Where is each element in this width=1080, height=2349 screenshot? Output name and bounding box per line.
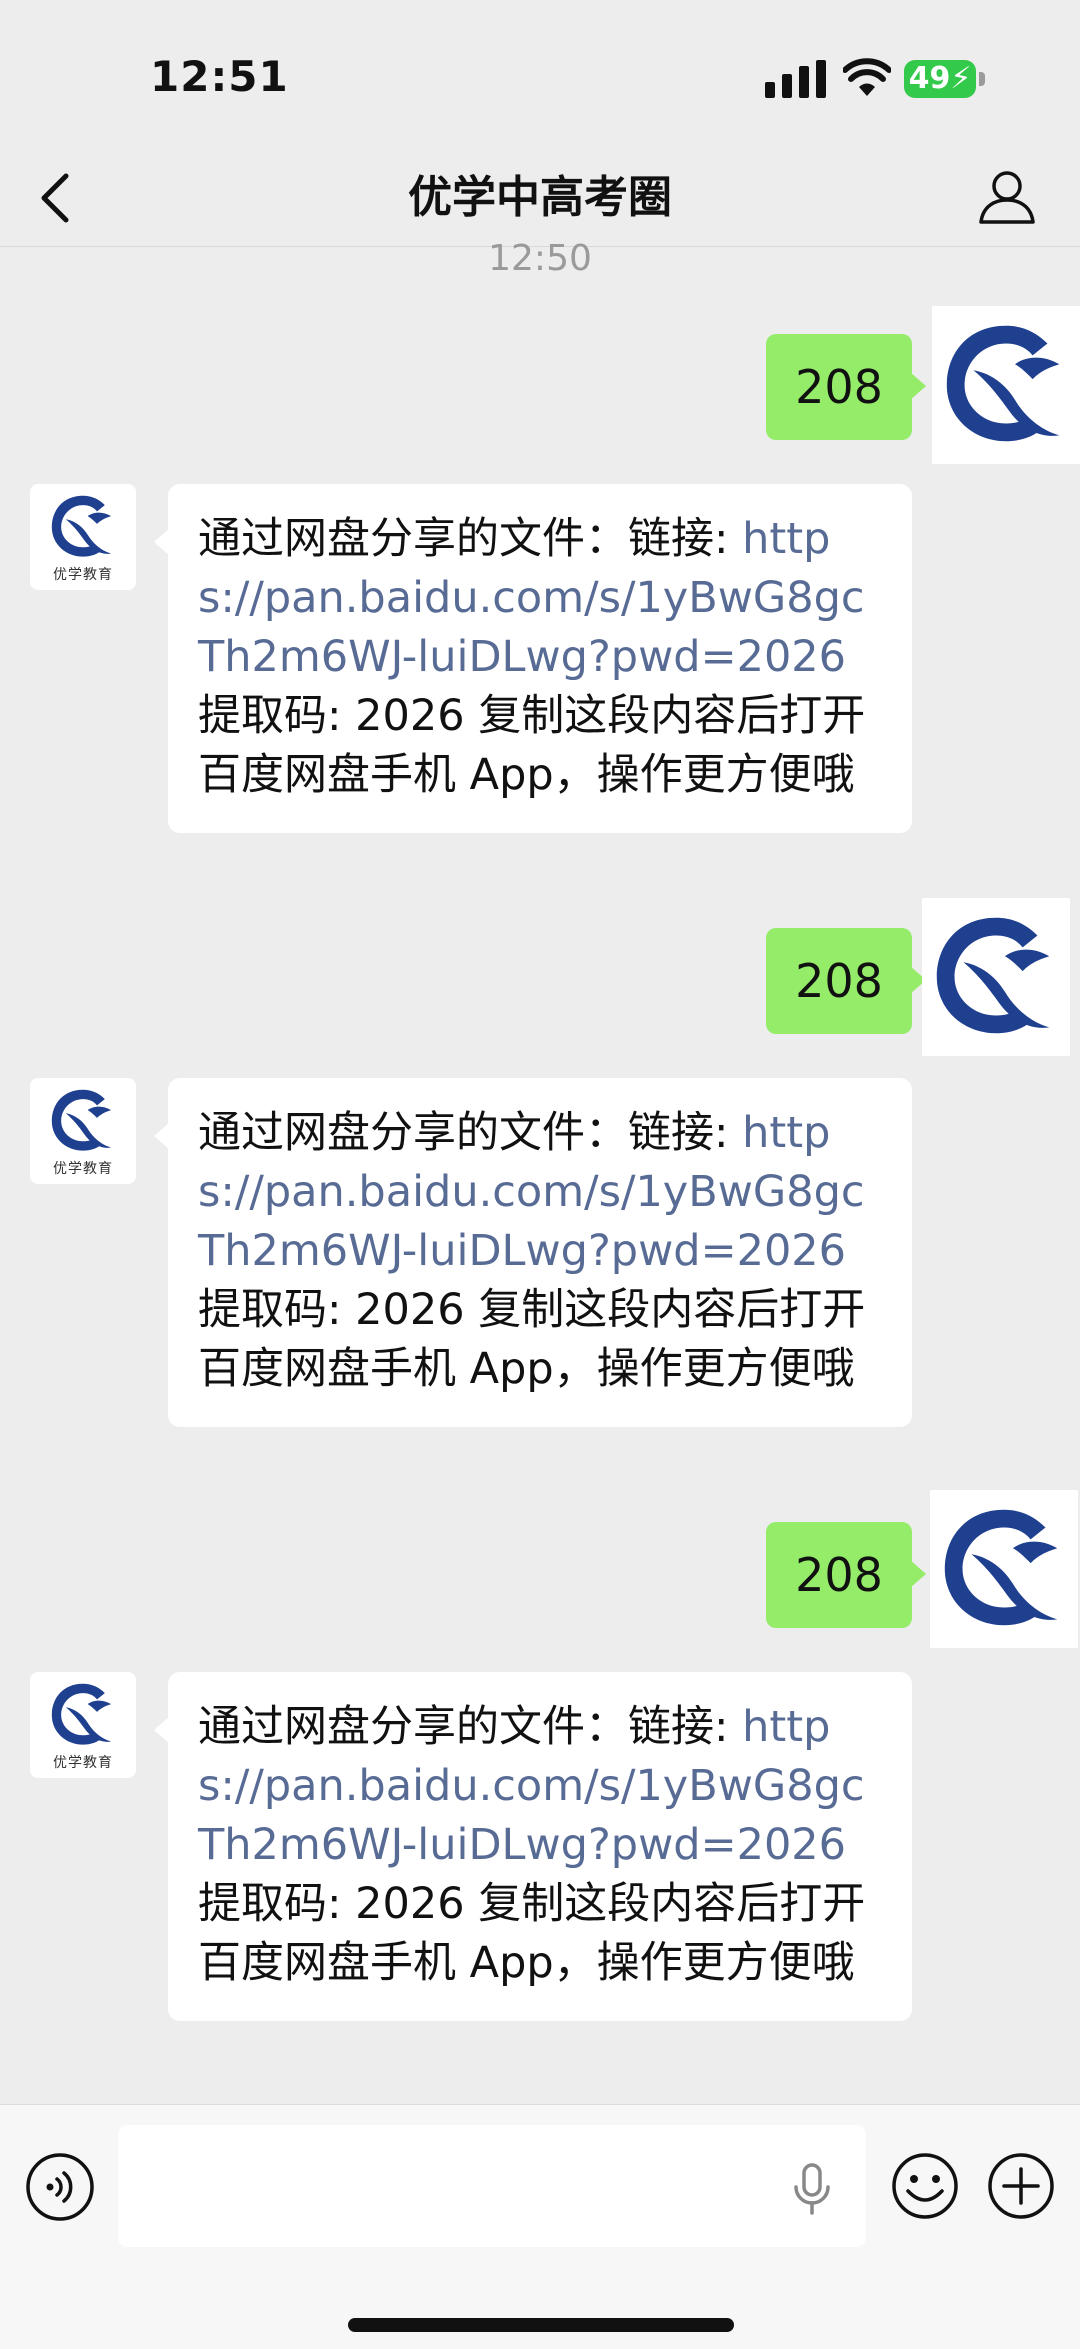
incoming-message[interactable]: 通过网盘分享的文件：链接: https://pan.baidu.com/s/1y… — [154, 484, 912, 833]
message-text: 通过网盘分享的文件：链接: — [198, 1702, 743, 1752]
emoji-icon[interactable] — [890, 2151, 960, 2221]
plus-icon[interactable] — [986, 2151, 1056, 2221]
avatar-caption: 优学教育 — [53, 1755, 113, 1771]
incoming-message[interactable]: 通过网盘分享的文件：链接: https://pan.baidu.com/s/1y… — [154, 1078, 912, 1427]
signal-icon — [765, 60, 826, 98]
battery-level: 49 — [908, 61, 951, 96]
outgoing-message[interactable]: 208 — [766, 1522, 926, 1628]
message-text: 提取码: 2026 复制这段内容后打开百度网盘手机 App，操作更方便哦 — [198, 1285, 866, 1394]
message-text: 通过网盘分享的文件：链接: — [198, 1108, 743, 1158]
home-indicator[interactable] — [348, 2318, 734, 2332]
contact-avatar[interactable]: 优学教育 — [30, 1078, 136, 1184]
wifi-icon — [843, 58, 891, 96]
status-bar: 12:51 49⚡ — [0, 0, 1080, 150]
chat-title: 优学中高考圈 — [408, 172, 672, 223]
message-input[interactable] — [118, 2125, 866, 2247]
person-icon[interactable] — [975, 164, 1039, 228]
outgoing-message[interactable]: 208 — [766, 334, 926, 440]
chat-timestamp: 12:50 — [488, 238, 592, 279]
contact-avatar[interactable]: 优学教育 — [30, 484, 136, 590]
message-text: 提取码: 2026 复制这段内容后打开百度网盘手机 App，操作更方便哦 — [198, 691, 866, 800]
message-text: 208 — [795, 360, 883, 414]
outgoing-message[interactable]: 208 — [766, 928, 926, 1034]
battery-cap — [979, 72, 985, 86]
message-text: 208 — [795, 954, 883, 1008]
sender-avatar[interactable] — [932, 306, 1080, 464]
logo-icon — [51, 1089, 112, 1151]
nav-bar: 优学中高考圈 — [0, 150, 1080, 247]
input-bar — [0, 2104, 1080, 2349]
logo-icon — [51, 495, 112, 557]
message-text: 208 — [795, 1548, 883, 1602]
status-time: 12:51 — [150, 52, 289, 101]
message-text: 提取码: 2026 复制这段内容后打开百度网盘手机 App，操作更方便哦 — [198, 1879, 866, 1988]
avatar-caption: 优学教育 — [53, 1161, 113, 1177]
voice-icon[interactable] — [24, 2151, 96, 2223]
message-text: 通过网盘分享的文件：链接: — [198, 514, 743, 564]
avatar-caption: 优学教育 — [53, 567, 113, 583]
battery-icon: 49⚡ — [904, 60, 976, 98]
incoming-message[interactable]: 通过网盘分享的文件：链接: https://pan.baidu.com/s/1y… — [154, 1672, 912, 2021]
sender-avatar[interactable] — [930, 1490, 1078, 1648]
sender-avatar[interactable] — [922, 898, 1070, 1056]
microphone-icon[interactable] — [792, 2163, 832, 2215]
logo-icon — [51, 1683, 112, 1745]
contact-avatar[interactable]: 优学教育 — [30, 1672, 136, 1778]
